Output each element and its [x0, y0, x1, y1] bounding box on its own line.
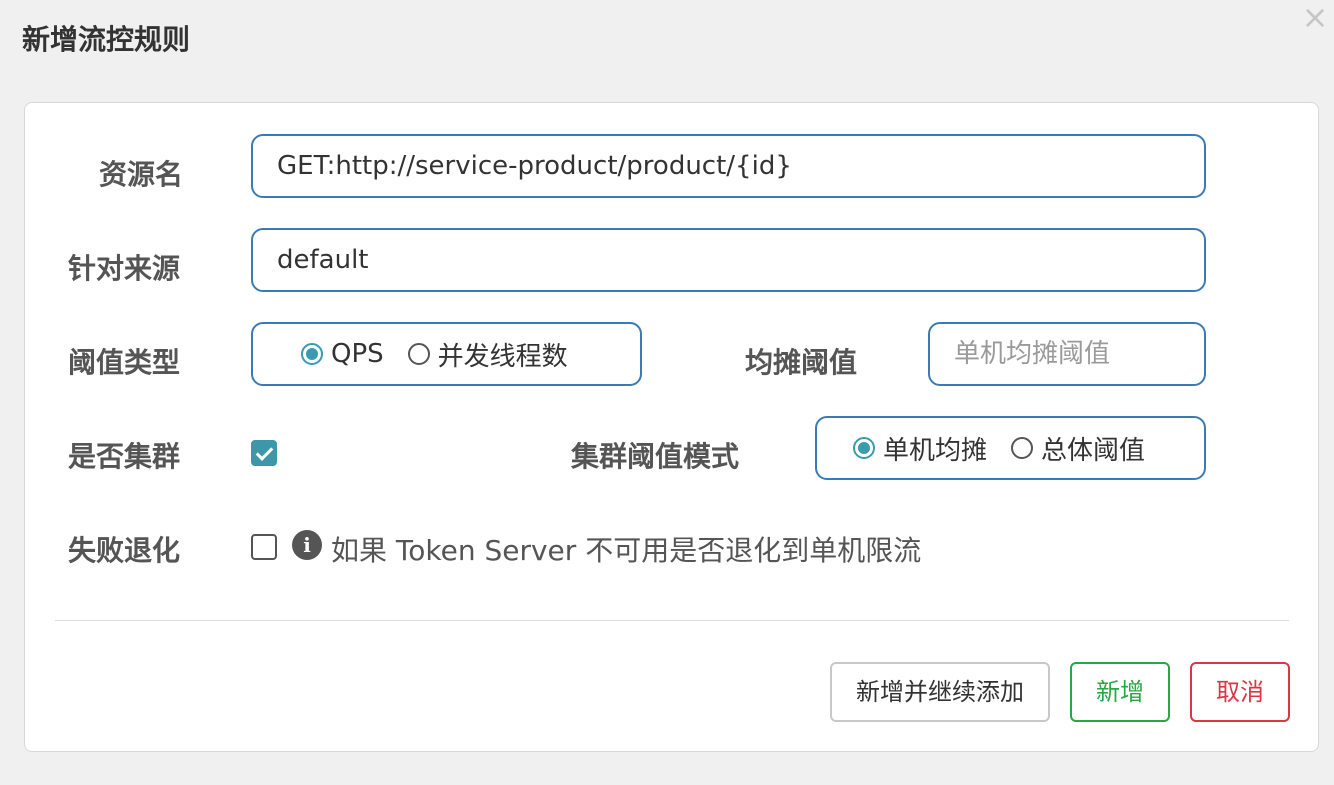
dialog-title: 新增流控规则: [22, 23, 191, 56]
grade-option-label: 并发线程数: [437, 341, 568, 372]
cluster-checkbox[interactable]: [251, 440, 277, 466]
cancel-button[interactable]: 取消: [1190, 662, 1290, 722]
add-button[interactable]: 新增: [1070, 662, 1170, 722]
grade-radio-group: QPS 并发线程数: [251, 322, 642, 386]
form-panel: 资源名 针对来源 阈值类型 QPS 并发线程数 均摊阈值 是否集群 集群阈值模式…: [24, 102, 1319, 752]
limit-app-label: 针对来源: [68, 252, 181, 285]
cluster-mode-radio-group: 单机均摊 总体阈值: [815, 416, 1206, 480]
fallback-label: 失败退化: [68, 534, 181, 567]
close-icon[interactable]: ×: [1300, 1, 1330, 33]
resource-input[interactable]: [251, 134, 1206, 198]
cluster-mode-option-label: 单机均摊: [883, 435, 988, 466]
limit-app-input[interactable]: [251, 228, 1206, 292]
cluster-mode-option-avg[interactable]: 单机均摊: [853, 430, 987, 467]
radio-unchecked-icon[interactable]: [1011, 437, 1034, 459]
grade-option-qps[interactable]: QPS: [301, 339, 384, 369]
fallback-hint: 如果 Token Server 不可用是否退化到单机限流: [331, 534, 922, 567]
grade-option-label: QPS: [331, 339, 384, 369]
fallback-checkbox[interactable]: [251, 534, 277, 560]
cluster-label: 是否集群: [68, 440, 181, 473]
radio-unchecked-icon[interactable]: [407, 343, 430, 365]
info-icon: i: [292, 530, 322, 560]
grade-label: 阈值类型: [68, 346, 181, 379]
threshold-input[interactable]: [928, 322, 1206, 386]
threshold-label: 均摊阈值: [745, 346, 858, 379]
grade-option-threads[interactable]: 并发线程数: [407, 336, 568, 373]
cluster-mode-option-label: 总体阈值: [1041, 435, 1146, 466]
cluster-mode-label: 集群阈值模式: [571, 440, 740, 473]
radio-checked-icon[interactable]: [853, 437, 875, 459]
radio-checked-icon[interactable]: [301, 343, 323, 365]
add-continue-button[interactable]: 新增并继续添加: [830, 662, 1050, 722]
cluster-mode-option-global[interactable]: 总体阈值: [1011, 430, 1145, 467]
divider: [55, 620, 1289, 621]
resource-label: 资源名: [99, 158, 184, 191]
